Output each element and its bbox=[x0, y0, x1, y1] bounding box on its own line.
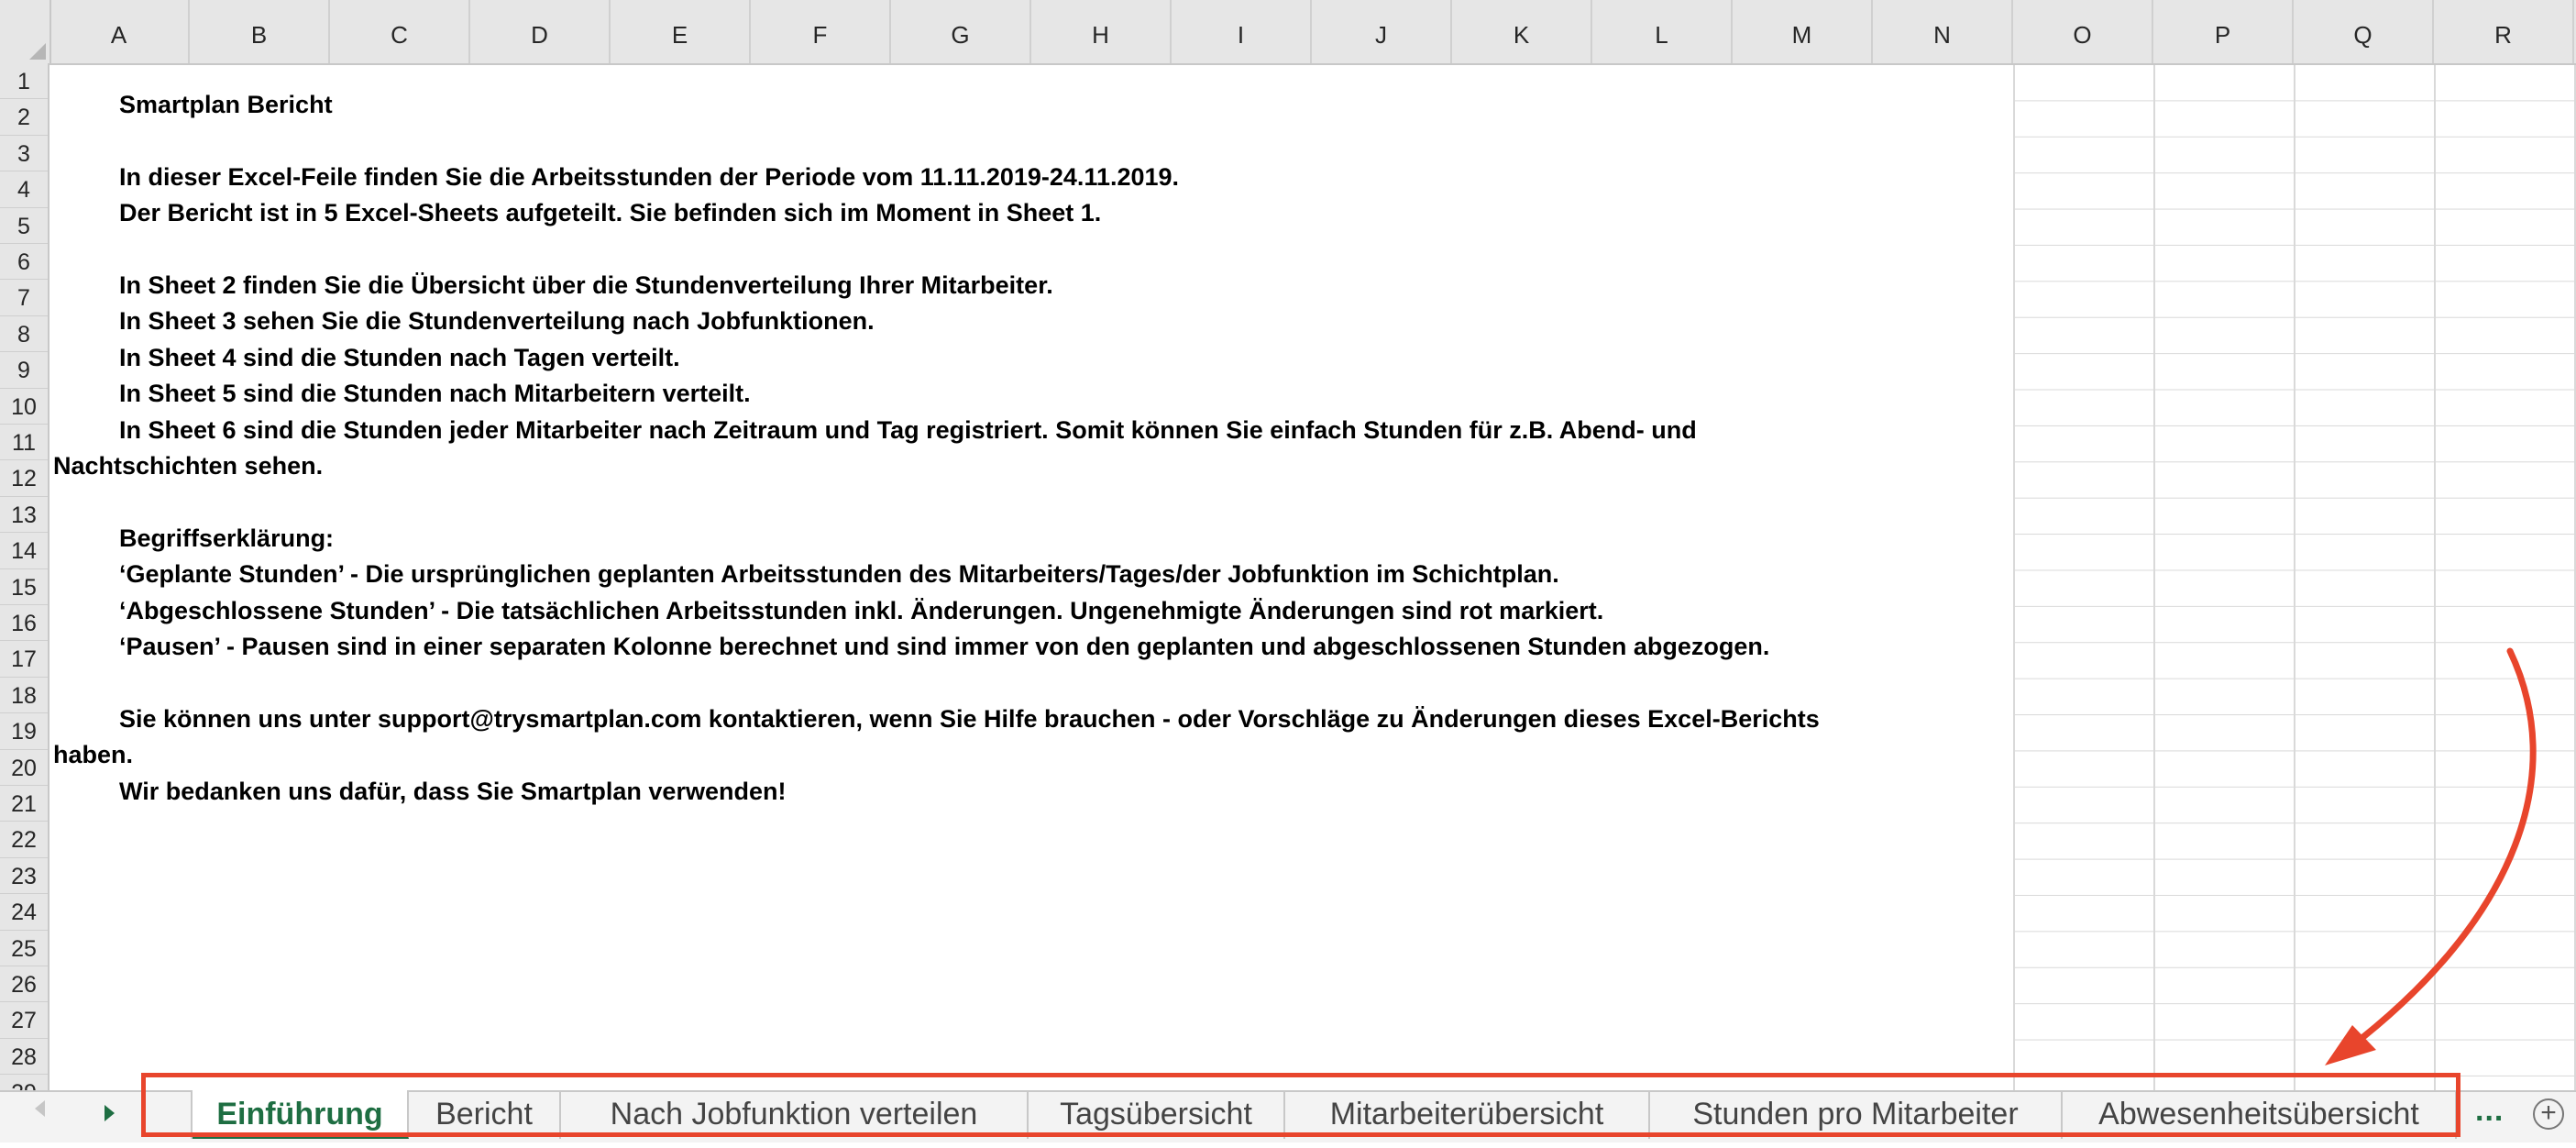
column-header-e[interactable]: E bbox=[611, 0, 751, 63]
tab-bericht[interactable]: Bericht bbox=[409, 1090, 561, 1139]
row-header-12[interactable]: 12 bbox=[0, 460, 48, 497]
more-sheets-button[interactable]: ... bbox=[2475, 1093, 2504, 1129]
tab-mitarbeiteruebersicht[interactable]: Mitarbeiterübersicht bbox=[1285, 1090, 1650, 1139]
row-header-17[interactable]: 17 bbox=[0, 641, 48, 678]
column-header-g[interactable]: G bbox=[891, 0, 1031, 63]
contact-line-wrap: haben. bbox=[53, 741, 134, 768]
row-header-13[interactable]: 13 bbox=[0, 497, 48, 534]
row-header-18[interactable]: 18 bbox=[0, 678, 48, 714]
report-title[interactable]: Smartplan Bericht bbox=[119, 91, 333, 119]
row-header-6[interactable]: 6 bbox=[0, 244, 48, 281]
column-header-f[interactable]: F bbox=[751, 0, 891, 63]
select-all-corner[interactable] bbox=[0, 0, 51, 63]
glossary-planned-hours[interactable]: ‘Geplante Stunden’ - Die ursprünglichen … bbox=[119, 560, 1559, 589]
row-header-11[interactable]: 11 bbox=[0, 425, 48, 461]
row-header-26[interactable]: 26 bbox=[0, 966, 48, 1003]
column-header-o[interactable]: O bbox=[2013, 0, 2153, 63]
row-header-16[interactable]: 16 bbox=[0, 605, 48, 642]
row-header-24[interactable]: 24 bbox=[0, 894, 48, 931]
row-header-1[interactable]: 1 bbox=[0, 63, 48, 100]
column-header-l[interactable]: L bbox=[1592, 0, 1733, 63]
thanks-line[interactable]: Wir bedanken uns dafür, dass Sie Smartpl… bbox=[119, 778, 786, 806]
sheet3-description[interactable]: In Sheet 3 sehen Sie die Stundenverteilu… bbox=[119, 307, 875, 336]
tab-spacer bbox=[147, 1090, 193, 1139]
row-header-7[interactable]: 7 bbox=[0, 280, 48, 316]
row-header-23[interactable]: 23 bbox=[0, 858, 48, 895]
select-all-triangle-icon bbox=[29, 43, 46, 60]
previous-sheet-arrow-icon[interactable] bbox=[35, 1100, 45, 1117]
intro-line-1[interactable]: In dieser Excel-Feile finden Sie die Arb… bbox=[119, 163, 1179, 192]
row-header-8[interactable]: 8 bbox=[0, 316, 48, 353]
sheet6-description[interactable]: In Sheet 6 sind die Stunden jeder Mitarb… bbox=[119, 416, 1697, 445]
row-header-bar: 1 2 3 4 5 6 7 8 9 10 11 12 13 14 15 16 1… bbox=[0, 63, 50, 1142]
row-header-2[interactable]: 2 bbox=[0, 99, 48, 136]
tab-nach-jobfunktion-verteilen[interactable]: Nach Jobfunktion verteilen bbox=[561, 1090, 1029, 1139]
row-header-14[interactable]: 14 bbox=[0, 533, 48, 569]
row-header-9[interactable]: 9 bbox=[0, 352, 48, 389]
column-header-c[interactable]: C bbox=[330, 0, 470, 63]
row-header-3[interactable]: 3 bbox=[0, 136, 48, 172]
tab-tagsuebersicht[interactable]: Tagsübersicht bbox=[1029, 1090, 1285, 1139]
tab-einfuehrung[interactable]: Einführung bbox=[193, 1090, 409, 1139]
column-header-bar: A B C D E F G H I J K L M N O P Q R bbox=[0, 0, 2576, 65]
column-header-m[interactable]: M bbox=[1733, 0, 1873, 63]
add-sheet-button[interactable]: + bbox=[2533, 1098, 2564, 1130]
row-header-21[interactable]: 21 bbox=[0, 786, 48, 822]
sheet5-description[interactable]: In Sheet 5 sind die Stunden nach Mitarbe… bbox=[119, 380, 751, 408]
row-header-15[interactable]: 15 bbox=[0, 569, 48, 605]
row-header-25[interactable]: 25 bbox=[0, 931, 48, 966]
column-header-j[interactable]: J bbox=[1312, 0, 1452, 63]
glossary-heading[interactable]: Begriffserklärung: bbox=[119, 524, 334, 553]
column-header-k[interactable]: K bbox=[1452, 0, 1592, 63]
row-header-20[interactable]: 20 bbox=[0, 750, 48, 786]
column-header-r[interactable]: R bbox=[2434, 0, 2574, 63]
row-header-28[interactable]: 28 bbox=[0, 1039, 48, 1076]
tab-abwesenheitsuebersicht[interactable]: Abwesenheitsübersicht bbox=[2063, 1090, 2457, 1139]
column-header-q[interactable]: Q bbox=[2294, 0, 2434, 63]
gridlines bbox=[2013, 65, 2576, 1090]
row-header-27[interactable]: 27 bbox=[0, 1002, 48, 1039]
row-header-19[interactable]: 19 bbox=[0, 713, 48, 750]
column-header-n[interactable]: N bbox=[1873, 0, 2013, 63]
row-header-10[interactable]: 10 bbox=[0, 389, 48, 425]
column-header-d[interactable]: D bbox=[470, 0, 611, 63]
glossary-completed-hours[interactable]: ‘Abgeschlossene Stunden’ - Die tatsächli… bbox=[119, 597, 1603, 625]
sheet2-description[interactable]: In Sheet 2 finden Sie die Übersicht über… bbox=[119, 271, 1053, 300]
glossary-breaks[interactable]: ‘Pausen’ - Pausen sind in einer separate… bbox=[119, 633, 1769, 661]
column-header-h[interactable]: H bbox=[1031, 0, 1172, 63]
column-header-p[interactable]: P bbox=[2153, 0, 2294, 63]
intro-line-2[interactable]: Der Bericht ist in 5 Excel-Sheets aufget… bbox=[119, 199, 1101, 227]
contact-line[interactable]: Sie können uns unter support@trysmartpla… bbox=[119, 705, 1820, 734]
column-header-b[interactable]: B bbox=[190, 0, 330, 63]
tab-stunden-pro-mitarbeiter[interactable]: Stunden pro Mitarbeiter bbox=[1650, 1090, 2063, 1139]
sheet4-description[interactable]: In Sheet 4 sind die Stunden nach Tagen v… bbox=[119, 344, 680, 372]
next-sheet-arrow-icon[interactable] bbox=[105, 1105, 115, 1121]
row-header-5[interactable]: 5 bbox=[0, 208, 48, 244]
row-header-22[interactable]: 22 bbox=[0, 822, 48, 858]
row-header-4[interactable]: 4 bbox=[0, 171, 48, 208]
column-header-i[interactable]: I bbox=[1172, 0, 1312, 63]
column-header-a[interactable]: A bbox=[50, 0, 190, 63]
sheet6-description-wrap: Nachtschichten sehen. bbox=[53, 452, 324, 480]
